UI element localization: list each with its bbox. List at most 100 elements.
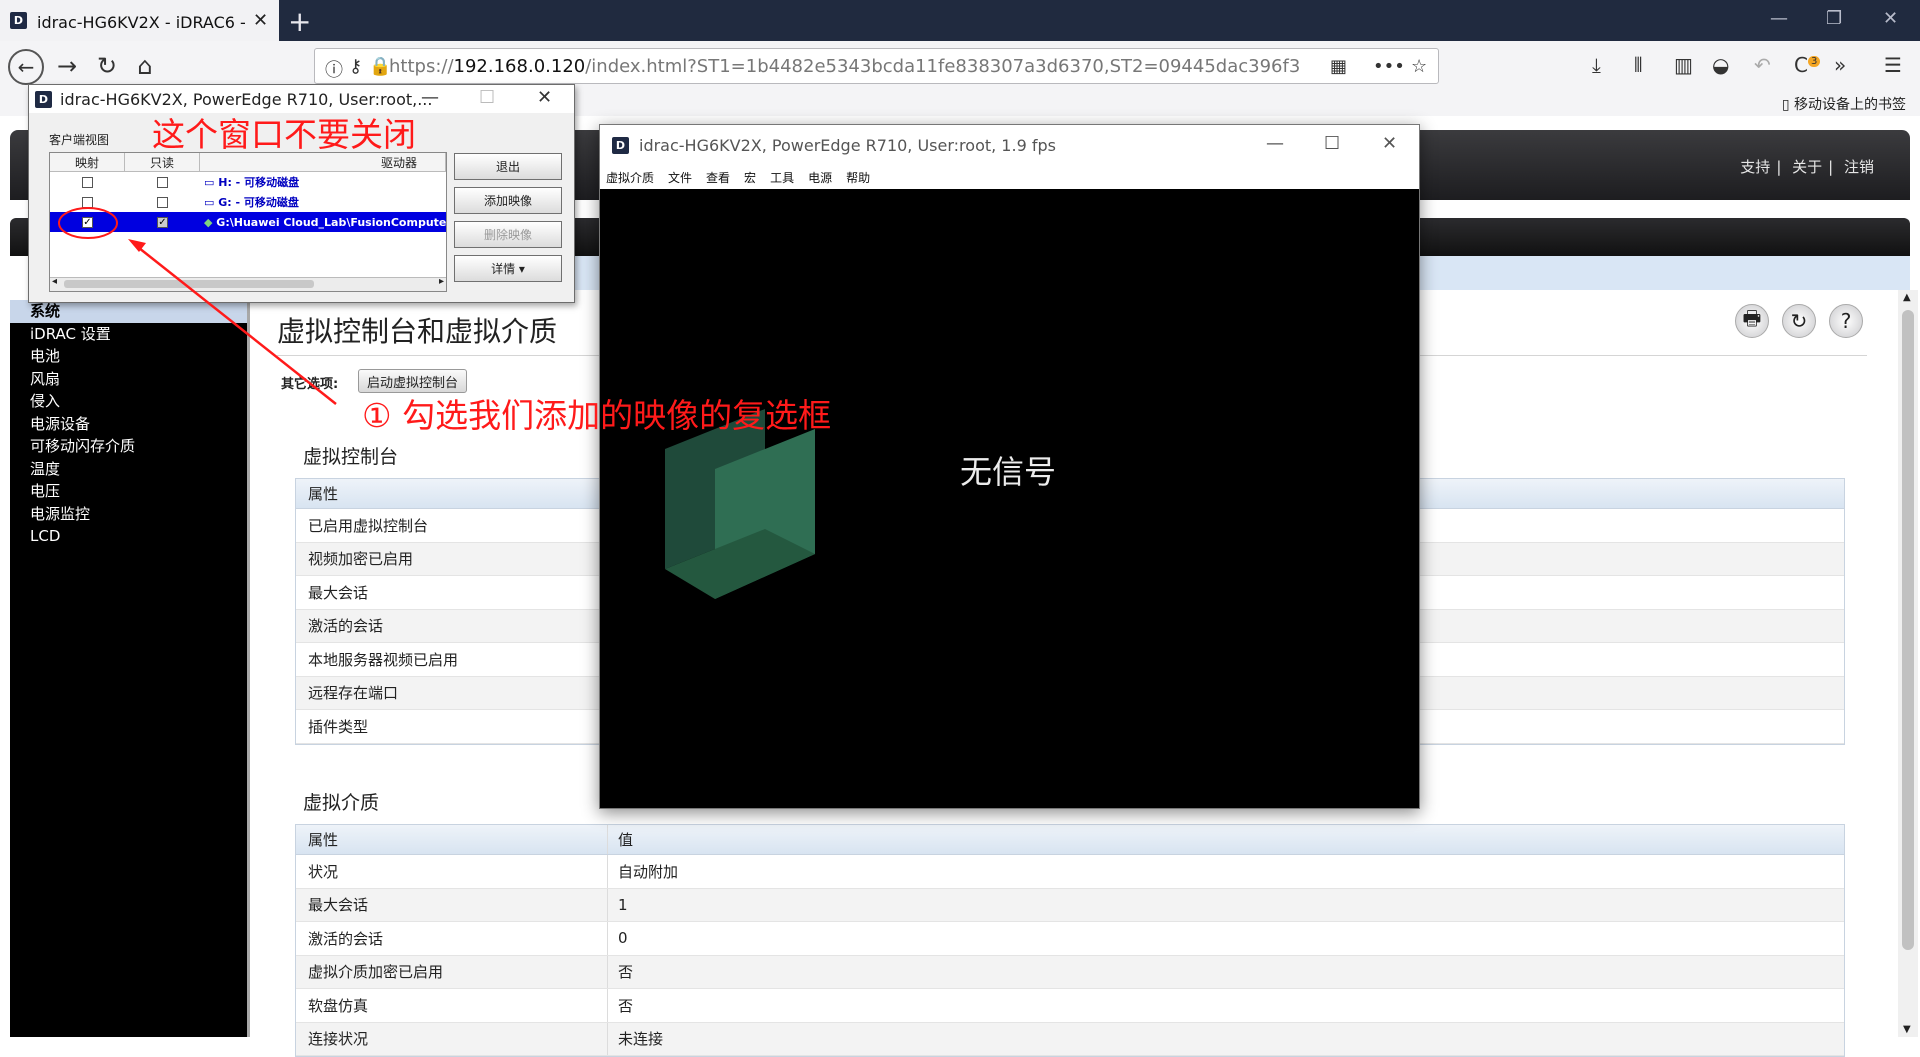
table-row: 连接状况 未连接 <box>296 1022 1844 1056</box>
bookmark-star-icon[interactable]: ☆ <box>1411 56 1427 77</box>
sidebar-item-system[interactable]: 系统 <box>10 300 247 323</box>
annotation-keep-open: 这个窗口不要关闭 <box>152 115 416 154</box>
refresh-icon[interactable]: ↻ <box>1782 304 1816 338</box>
menu-macro[interactable]: 宏 <box>744 169 756 186</box>
help-icon[interactable]: ? <box>1829 304 1863 338</box>
mobile-bookmarks[interactable]: ▯ 移动设备上的书签 <box>1782 94 1906 114</box>
menu-power[interactable]: 电源 <box>808 169 832 186</box>
home-icon[interactable]: ⌂ <box>130 51 160 81</box>
row-key: 激活的会话 <box>296 609 608 642</box>
menu-file[interactable]: 文件 <box>668 169 692 186</box>
page-actions-icon[interactable]: ••• <box>1373 56 1405 77</box>
sidebar-item-power-monitoring[interactable]: 电源监控 <box>10 503 247 526</box>
undo-icon[interactable]: ↶ <box>1754 53 1771 77</box>
menu-virtual-media[interactable]: 虚拟介质 <box>606 169 654 186</box>
page-scrollbar[interactable]: ▲ ▼ <box>1898 290 1918 1037</box>
download-icon[interactable]: ⤓ <box>1592 53 1601 77</box>
scrollbar-thumb[interactable] <box>1902 310 1914 950</box>
sidebar-item-idrac-settings[interactable]: iDRAC 设置 <box>10 323 247 346</box>
sidebar-item-power-supplies[interactable]: 电源设备 <box>10 413 247 436</box>
overflow-chevron-icon[interactable]: » <box>1834 53 1846 77</box>
sidebar-item-lcd[interactable]: LCD <box>10 525 247 548</box>
readonly-checkbox[interactable] <box>157 176 168 188</box>
page-title: 虚拟控制台和虚拟介质 <box>277 315 558 348</box>
virtual-console-heading: 虚拟控制台 <box>303 446 399 468</box>
tab-close-icon[interactable]: ✕ <box>253 10 268 31</box>
sidebar-item-removable-flash[interactable]: 可移动闪存介质 <box>10 435 247 458</box>
row-value: 否 <box>618 996 634 1015</box>
mapped-checkbox-checked[interactable]: ✓ <box>82 216 93 228</box>
info-icon[interactable]: ⓘ <box>325 56 343 82</box>
client-maximize-icon: ☐ <box>479 87 496 108</box>
support-link[interactable]: 支持 <box>1740 158 1770 176</box>
scroll-down-icon[interactable]: ▼ <box>1903 1024 1911 1035</box>
row-key: 远程存在端口 <box>296 676 608 709</box>
sidebar: 系统 iDRAC 设置 电池 风扇 侵入 电源设备 可移动闪存介质 温度 电压 … <box>10 300 250 1037</box>
mapped-checkbox[interactable] <box>82 196 93 208</box>
header-links: 支持 | 关于 | 注销 <box>1740 158 1874 176</box>
reload-icon[interactable]: ↻ <box>92 51 122 81</box>
client-view-label: 客户端视图 <box>49 133 110 147</box>
readonly-checkbox[interactable] <box>157 196 168 208</box>
browser-tab[interactable]: D idrac-HG6KV2X - iDRAC6 - 摘 ✕ <box>0 0 279 41</box>
row-key: 最大会话 <box>296 576 608 609</box>
console-close-icon[interactable]: ✕ <box>1382 133 1397 154</box>
drive-row[interactable]: ▭ H: - 可移动磁盘 <box>50 172 446 192</box>
exit-button[interactable]: 退出 <box>454 153 562 180</box>
menu-view[interactable]: 查看 <box>706 169 730 186</box>
details-button[interactable]: 详情 ▾ <box>454 255 562 282</box>
extension-icon[interactable]: ◒ <box>1712 53 1729 77</box>
forward-icon[interactable]: → <box>52 51 82 81</box>
sidebar-item-temperature[interactable]: 温度 <box>10 458 247 481</box>
print-icon[interactable]: 🖶 <box>1735 304 1769 338</box>
url-bar[interactable]: ⓘ ⚷ 🔒 https://192.168.0.120/index.html?S… <box>314 48 1439 84</box>
client-minimize-icon[interactable]: — <box>421 87 439 108</box>
readonly-checkbox-checked[interactable]: ✓ <box>157 216 168 228</box>
virtual-media-table: 属性 值 状况 自动附加 最大会话 1 激活的会话 0 虚拟介质加密已启用否 软盘仿真… <box>295 824 1845 1057</box>
drive-row[interactable]: ▭ G: - 可移动磁盘 <box>50 192 446 212</box>
scroll-left-icon[interactable]: ◂ <box>52 276 57 287</box>
sidebar-item-intrusion[interactable]: 侵入 <box>10 390 247 413</box>
row-value: 自动附加 <box>618 862 679 881</box>
drive-mapping-table: 映射 只读 驱动器 ▭ H: - 可移动磁盘 ▭ G: - 可移动磁盘 ✓ ✓ … <box>49 152 447 292</box>
hscroll-thumb[interactable] <box>64 280 314 288</box>
row-key: 本地服务器视频已启用 <box>296 643 608 676</box>
sidebar-icon[interactable]: ▥ <box>1674 53 1693 77</box>
menu-icon[interactable]: ☰ <box>1884 53 1902 77</box>
header-property: 属性 <box>296 479 608 508</box>
drive-row-selected[interactable]: ✓ ✓ ◆ G:\Huawei Cloud_Lab\FusionCompute\… <box>50 212 446 232</box>
insecure-lock-icon[interactable]: 🔒 <box>369 56 391 77</box>
sidebar-item-batteries[interactable]: 电池 <box>10 345 247 368</box>
row-value: 未连接 <box>618 1030 664 1049</box>
annotation-step1: ① 勾选我们添加的映像的复选框 <box>362 396 832 435</box>
row-key: 视频加密已启用 <box>296 542 608 575</box>
virtual-media-heading: 虚拟介质 <box>303 792 380 814</box>
console-minimize-icon[interactable]: — <box>1266 133 1284 154</box>
library-icon[interactable]: ⫴ <box>1634 53 1642 77</box>
add-image-button[interactable]: 添加映像 <box>454 187 562 214</box>
scroll-up-icon[interactable]: ▲ <box>1903 292 1911 303</box>
qr-code-icon[interactable]: ▦ <box>1330 56 1347 77</box>
about-link[interactable]: 关于 <box>1792 158 1822 176</box>
client-close-icon[interactable]: ✕ <box>537 87 552 108</box>
restore-icon[interactable]: ❐ <box>1826 8 1842 29</box>
drive-table-hscroll[interactable]: ◂ ▸ <box>50 276 446 291</box>
minimize-icon[interactable]: — <box>1770 8 1788 29</box>
row-key: 已启用虚拟控制台 <box>296 509 608 542</box>
menu-help[interactable]: 帮助 <box>846 169 870 186</box>
back-icon[interactable]: ← <box>8 49 44 85</box>
header-property: 属性 <box>296 825 608 854</box>
mapped-checkbox[interactable] <box>82 176 93 188</box>
row-key: 最大会话 <box>296 888 608 921</box>
console-screen[interactable]: 无信号 <box>600 189 1419 808</box>
menu-tools[interactable]: 工具 <box>770 169 794 186</box>
logout-link[interactable]: 注销 <box>1844 158 1874 176</box>
key-icon[interactable]: ⚷ <box>349 56 362 77</box>
addon-badge-icon[interactable]: C3 <box>1794 53 1821 77</box>
console-maximize-icon[interactable]: ☐ <box>1324 133 1340 154</box>
close-window-icon[interactable]: ✕ <box>1883 8 1898 29</box>
sidebar-item-fans[interactable]: 风扇 <box>10 368 247 391</box>
new-tab-icon[interactable]: + <box>288 5 311 38</box>
scroll-right-icon[interactable]: ▸ <box>439 276 444 287</box>
sidebar-item-voltage[interactable]: 电压 <box>10 480 247 503</box>
